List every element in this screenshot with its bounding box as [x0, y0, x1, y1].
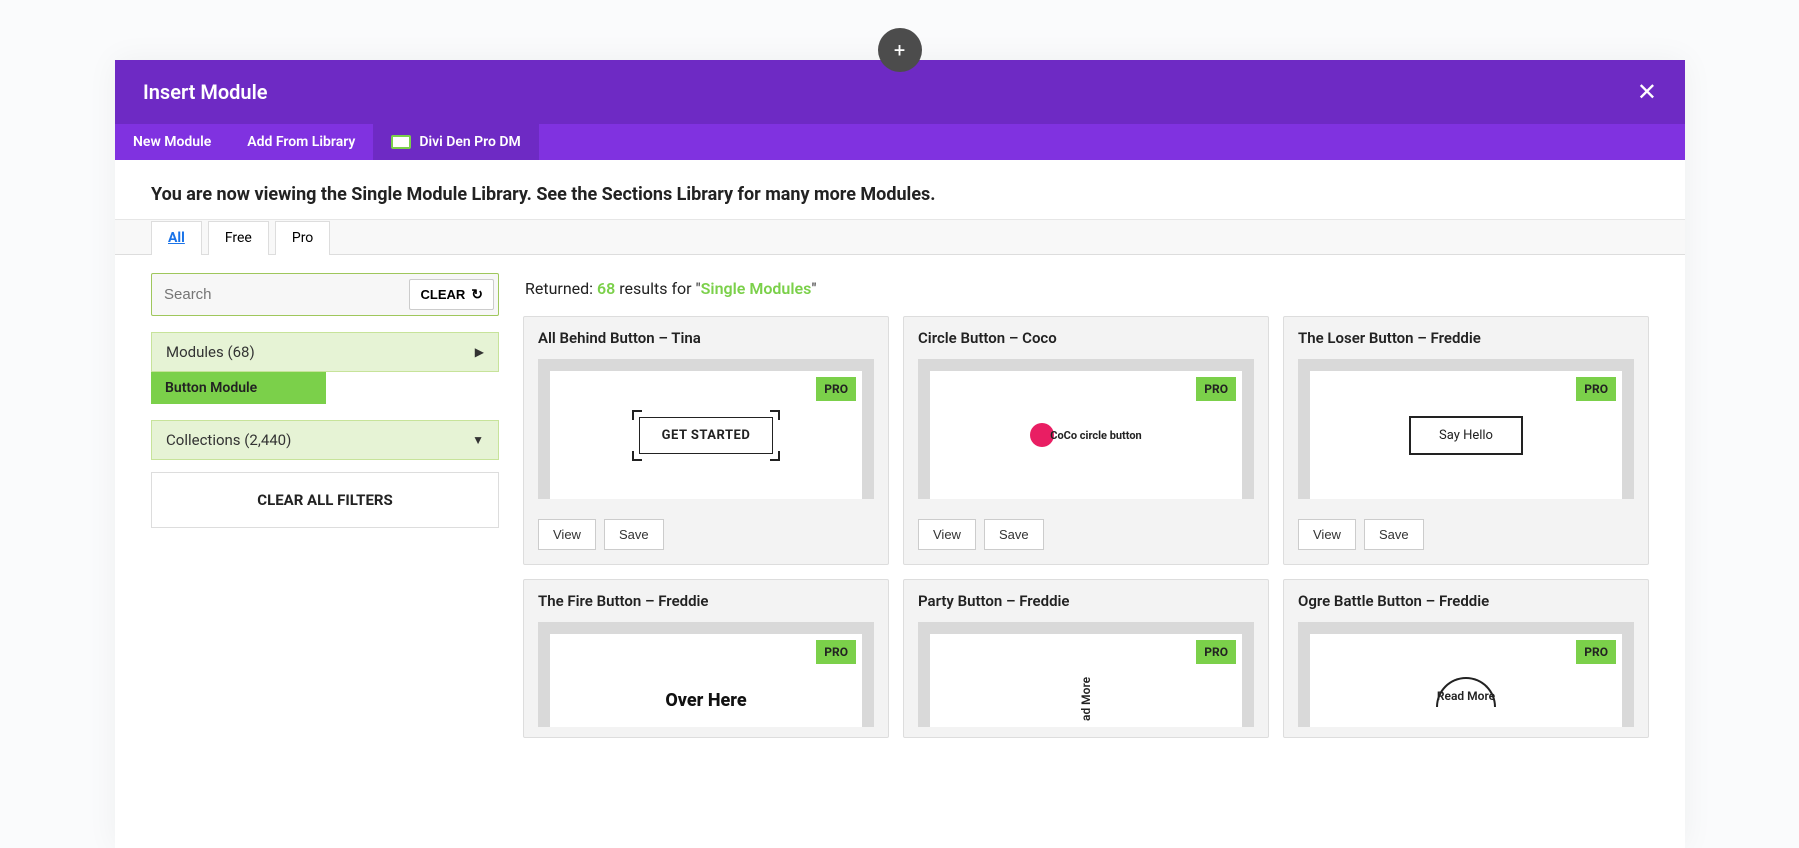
library-announcement: You are now viewing the Single Module Li…	[115, 160, 1685, 219]
card-title: The Fire Button – Freddie	[524, 580, 888, 622]
card-title: The Loser Button – Freddie	[1284, 317, 1648, 359]
search-input[interactable]	[156, 278, 403, 311]
view-button[interactable]: View	[538, 519, 596, 550]
accordion-collections[interactable]: Collections (2,440) ▼	[151, 420, 499, 460]
modal-tabs: New Module Add From Library Divi Den Pro…	[115, 124, 1685, 160]
preview-button: Read More	[1437, 689, 1495, 703]
refresh-icon: ↻	[471, 286, 483, 303]
results-grid: All Behind Button – Tina PRO GET STARTED	[523, 316, 1649, 738]
save-button[interactable]: Save	[1364, 519, 1424, 550]
preview-button: Say Hello	[1409, 416, 1523, 455]
preview-button: CoCo circle button	[1030, 423, 1141, 447]
filter-tab-all[interactable]: All	[151, 221, 202, 255]
card-preview: PRO CoCo circle button	[918, 359, 1254, 499]
pro-badge: PRO	[816, 377, 856, 401]
clear-search-button[interactable]: CLEAR ↻	[409, 279, 494, 310]
view-button[interactable]: View	[918, 519, 976, 550]
preview-button: ad More	[1079, 661, 1093, 721]
filter-tab-pro[interactable]: Pro	[275, 221, 330, 255]
module-card: Ogre Battle Button – Freddie PRO Read Mo…	[1283, 579, 1649, 738]
pro-badge: PRO	[816, 640, 856, 664]
scroll-area[interactable]: CLEAR ↻ Modules (68) ▶ Button Module	[115, 254, 1685, 848]
card-preview: PRO Over Here	[538, 622, 874, 727]
results: Returned: 68 results for "Single Modules…	[523, 273, 1649, 848]
save-button[interactable]: Save	[984, 519, 1044, 550]
modal-body: You are now viewing the Single Module Li…	[115, 160, 1685, 848]
sidebar: CLEAR ↻ Modules (68) ▶ Button Module	[151, 273, 499, 848]
card-preview: PRO Say Hello	[1298, 359, 1634, 499]
close-icon[interactable]: ✕	[1637, 78, 1657, 106]
tab-add-from-library[interactable]: Add From Library	[229, 124, 373, 160]
card-title: Circle Button – Coco	[904, 317, 1268, 359]
clear-all-filters-button[interactable]: CLEAR ALL FILTERS	[151, 472, 499, 528]
divi-den-icon	[391, 135, 411, 149]
active-filter-chip[interactable]: Button Module	[151, 372, 326, 404]
pro-badge: PRO	[1196, 640, 1236, 664]
tab-new-module[interactable]: New Module	[115, 124, 229, 160]
pro-badge: PRO	[1576, 377, 1616, 401]
accordion-modules-label: Modules (68)	[166, 343, 255, 361]
tab-divi-den-pro-dm[interactable]: Divi Den Pro DM	[373, 124, 538, 160]
tab-divi-den-label: Divi Den Pro DM	[419, 134, 520, 150]
accordion-modules[interactable]: Modules (68) ▶	[151, 332, 499, 372]
card-title: Party Button – Freddie	[904, 580, 1268, 622]
view-button[interactable]: View	[1298, 519, 1356, 550]
results-summary: Returned: 68 results for "Single Modules…	[523, 273, 1649, 316]
preview-button: GET STARTED	[639, 417, 774, 454]
accordion-collections-label: Collections (2,440)	[166, 431, 291, 449]
card-preview: PRO GET STARTED	[538, 359, 874, 499]
module-card: The Loser Button – Freddie PRO Say Hello…	[1283, 316, 1649, 565]
card-preview: PRO ad More	[918, 622, 1254, 727]
chevron-right-icon: ▶	[475, 345, 484, 359]
modal-title: Insert Module	[143, 80, 268, 104]
preview-button: Over Here	[665, 690, 746, 711]
add-section-fab[interactable]: +	[878, 28, 922, 72]
pro-badge: PRO	[1576, 640, 1616, 664]
card-title: Ogre Battle Button – Freddie	[1284, 580, 1648, 622]
card-title: All Behind Button – Tina	[524, 317, 888, 359]
module-card: The Fire Button – Freddie PRO Over Here	[523, 579, 889, 738]
module-card: Circle Button – Coco PRO CoCo circle but…	[903, 316, 1269, 565]
filter-tabs: All Free Pro	[115, 221, 1685, 255]
module-card: Party Button – Freddie PRO ad More	[903, 579, 1269, 738]
search-row: CLEAR ↻	[151, 273, 499, 316]
insert-module-modal: Insert Module ✕ New Module Add From Libr…	[115, 60, 1685, 848]
chevron-down-icon: ▼	[472, 433, 484, 447]
clear-search-label: CLEAR	[420, 287, 465, 302]
card-preview: PRO Read More	[1298, 622, 1634, 727]
module-card: All Behind Button – Tina PRO GET STARTED	[523, 316, 889, 565]
save-button[interactable]: Save	[604, 519, 664, 550]
pro-badge: PRO	[1196, 377, 1236, 401]
filter-tab-free[interactable]: Free	[208, 221, 269, 255]
